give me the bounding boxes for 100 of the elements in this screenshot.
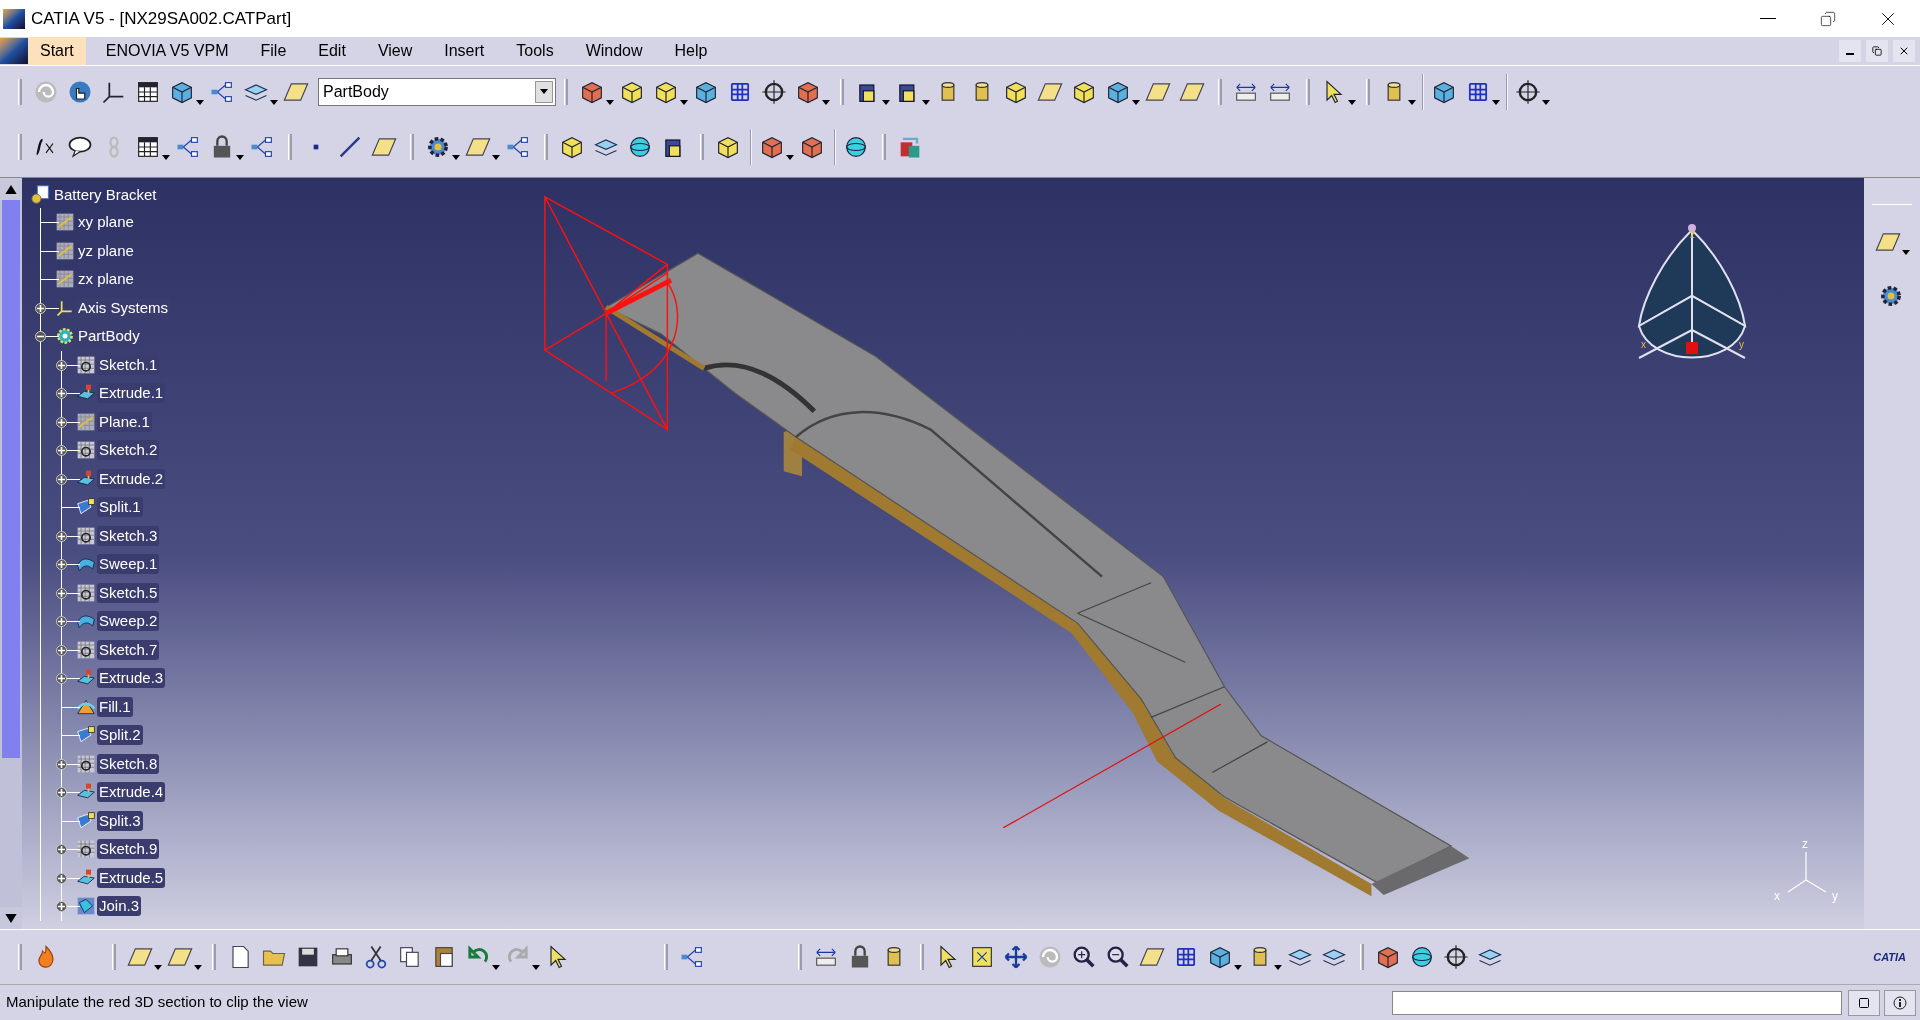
close-icon bbox=[1898, 45, 1910, 57]
expand-toggle[interactable] bbox=[56, 587, 67, 599]
tree-item[interactable]: Axis Systems bbox=[76, 297, 170, 318]
plus-icon bbox=[57, 645, 66, 655]
expand-toggle[interactable] bbox=[56, 416, 67, 428]
menu-item[interactable]: Window bbox=[573, 37, 655, 65]
scroll-down-button[interactable] bbox=[0, 907, 22, 929]
expand-toggle[interactable] bbox=[35, 302, 46, 314]
scroll-up-button[interactable] bbox=[0, 178, 22, 200]
3d-viewport[interactable] bbox=[0, 177, 1920, 929]
expand-toggle[interactable] bbox=[56, 901, 67, 912]
caret-icon bbox=[452, 155, 460, 160]
plus-icon bbox=[57, 588, 66, 598]
tree-item[interactable]: zx plane bbox=[76, 269, 136, 290]
expand-toggle[interactable] bbox=[56, 872, 67, 884]
info-button[interactable] bbox=[1884, 989, 1916, 1016]
menu-item[interactable]: Help bbox=[662, 37, 720, 65]
caret-icon bbox=[1492, 99, 1500, 105]
expand-toggle[interactable] bbox=[56, 388, 67, 399]
info-icon bbox=[1892, 994, 1908, 1011]
tree-item[interactable]: Extrude.2 bbox=[97, 468, 166, 489]
expand-toggle[interactable] bbox=[56, 758, 67, 770]
close-button[interactable] bbox=[1893, 40, 1915, 62]
tree-item[interactable]: Sketch.5 bbox=[97, 582, 160, 603]
collapse-toggle[interactable] bbox=[35, 331, 46, 342]
brand-logo: CATIA bbox=[1873, 951, 1906, 963]
menu-item[interactable]: View bbox=[365, 37, 425, 65]
minimize-button[interactable] bbox=[1839, 40, 1861, 62]
caret-icon bbox=[1132, 99, 1140, 105]
window-button[interactable] bbox=[1848, 989, 1880, 1016]
expand-toggle[interactable] bbox=[56, 644, 67, 656]
part-icon bbox=[30, 184, 52, 206]
tree-item[interactable]: Fill.1 bbox=[97, 696, 133, 717]
expand-toggle[interactable] bbox=[56, 844, 67, 855]
tree-item[interactable]: Sweep.2 bbox=[97, 611, 160, 632]
plus-icon bbox=[57, 902, 66, 911]
restore-icon bbox=[1872, 46, 1882, 56]
tree-item[interactable]: Extrude.1 bbox=[97, 383, 166, 404]
caret-icon bbox=[606, 99, 614, 105]
plus-icon bbox=[57, 759, 66, 769]
plus-icon bbox=[57, 446, 66, 455]
expand-toggle[interactable] bbox=[56, 787, 67, 798]
menu-item[interactable]: Edit bbox=[306, 37, 358, 65]
menu-item[interactable]: Tools bbox=[504, 37, 566, 65]
menu-item[interactable]: Insert bbox=[432, 37, 497, 65]
menu-item[interactable]: File bbox=[248, 37, 299, 65]
tree-item[interactable]: Sweep.1 bbox=[97, 554, 160, 575]
compass-axis-label: z bbox=[1690, 230, 1695, 240]
tree-item[interactable]: Join.3 bbox=[97, 896, 142, 917]
plus-icon bbox=[57, 560, 66, 569]
caret-icon bbox=[1348, 99, 1356, 105]
expand-toggle[interactable] bbox=[56, 473, 67, 485]
caret-icon bbox=[1408, 99, 1416, 105]
tree-item[interactable]: Sketch.8 bbox=[97, 753, 160, 774]
tree-item[interactable]: Sketch.2 bbox=[97, 440, 160, 461]
tree-item[interactable]: Plane.1 bbox=[97, 411, 152, 432]
caret-icon bbox=[1542, 99, 1550, 105]
crosshair-icon bbox=[1514, 77, 1542, 106]
minimize-icon bbox=[1760, 18, 1776, 19]
caret-icon bbox=[786, 155, 794, 160]
plus-icon bbox=[57, 845, 66, 854]
tree-item[interactable]: xy plane bbox=[76, 212, 136, 233]
caret-icon bbox=[492, 965, 500, 970]
compass-axis-label: x bbox=[1641, 340, 1646, 350]
work-object-dropdown[interactable]: PartBody bbox=[318, 77, 556, 106]
plus-icon bbox=[57, 674, 66, 683]
plus-icon bbox=[57, 474, 66, 484]
sketch-icon bbox=[76, 525, 96, 546]
expand-toggle[interactable] bbox=[56, 559, 67, 570]
tree-item[interactable]: Sketch.9 bbox=[97, 839, 160, 860]
window-title: CATIA V5 - [NX29SA002.CATPart] bbox=[31, 7, 292, 30]
tree-item[interactable]: yz plane bbox=[76, 240, 136, 261]
expand-toggle[interactable] bbox=[56, 445, 67, 456]
caret-icon bbox=[680, 99, 688, 105]
compass-axis-label: y bbox=[1739, 340, 1744, 350]
restore-button[interactable] bbox=[1866, 40, 1888, 62]
axis-label: y bbox=[1832, 890, 1838, 902]
tree-root-item[interactable]: Battery Bracket bbox=[54, 183, 157, 207]
expand-toggle[interactable] bbox=[56, 530, 67, 542]
tree-item[interactable]: Extrude.3 bbox=[97, 668, 166, 689]
expand-toggle[interactable] bbox=[56, 616, 67, 627]
tree-item[interactable]: Split.1 bbox=[97, 497, 143, 518]
split-icon bbox=[76, 810, 96, 831]
sketch-icon bbox=[76, 440, 96, 461]
expand-toggle[interactable] bbox=[56, 673, 67, 684]
tree-item[interactable]: Split.3 bbox=[97, 810, 143, 831]
tree-item[interactable]: Sketch.3 bbox=[97, 525, 160, 546]
tree-item[interactable]: Extrude.4 bbox=[97, 782, 166, 803]
menu-item[interactable]: Start bbox=[28, 37, 86, 65]
tree-item[interactable]: Split.2 bbox=[97, 725, 143, 746]
command-input-field[interactable] bbox=[1392, 990, 1842, 1015]
sketch-icon bbox=[76, 839, 96, 860]
tree-item[interactable]: Sketch.7 bbox=[97, 639, 160, 660]
menu-item[interactable]: ENOVIA V5 VPM bbox=[93, 37, 241, 65]
tree-item[interactable]: Extrude.5 bbox=[97, 867, 166, 888]
sketch-icon bbox=[76, 753, 96, 774]
caret-icon bbox=[162, 155, 170, 160]
plus-icon bbox=[36, 303, 45, 313]
scrollbar-thumb[interactable] bbox=[2, 200, 20, 758]
expand-toggle[interactable] bbox=[56, 359, 67, 371]
